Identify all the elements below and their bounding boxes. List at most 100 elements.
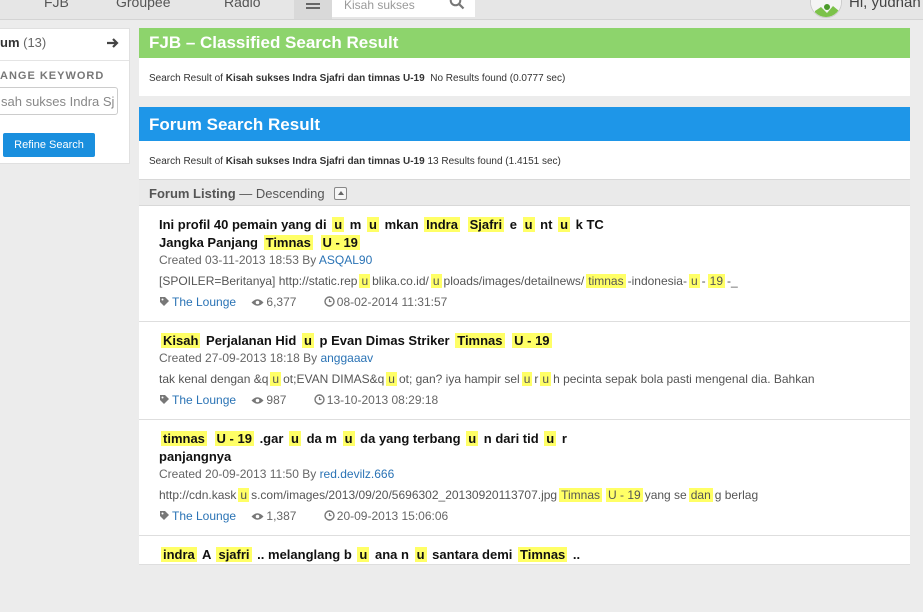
title-text: nt [540, 217, 553, 232]
snippet-text: -_ [727, 274, 738, 288]
eye-icon [251, 299, 264, 306]
snippet-text: ot;EVAN DIMAS&q [283, 372, 385, 386]
created-date: Created 27-09-2013 18:18 By [159, 351, 318, 365]
results-list: Ini profil 40 pemain yang di u m u mkan … [139, 206, 910, 565]
highlighted-term: u [270, 372, 282, 386]
hamburger-icon-line [306, 7, 320, 9]
highlighted-term: u [366, 217, 379, 232]
forum-result-summary: Search Result of Kisah sukses Indra Sjaf… [139, 141, 910, 179]
forum-filter-label: um [0, 35, 20, 50]
title-text: .. melanglang b [257, 547, 352, 562]
top-navigation-bar: FJB Groupee Radio Kisah sukses Hi, yudha… [0, 0, 923, 20]
result-item: Kisah Perjalanan Hid u p Evan Dimas Stri… [139, 322, 910, 420]
result-meta: The Lounge 1,387 20-09-2013 15:06:06 [159, 509, 890, 535]
highlighted-term: Indra [424, 217, 460, 232]
highlighted-term: u [688, 274, 700, 288]
highlighted-term: timnas [586, 274, 626, 288]
hamburger-icon [306, 3, 320, 5]
forum-link[interactable]: The Lounge [172, 393, 236, 407]
avatar[interactable] [810, 0, 842, 18]
result-title[interactable]: Ini profil 40 pemain yang di u m u mkan … [159, 216, 890, 252]
highlighted-term: U - 19 [512, 333, 552, 348]
forum-listing-order: — Descending [239, 186, 325, 201]
created-date: Created 20-09-2013 11:50 By [159, 467, 317, 481]
snippet-text: blika.co.id/ [372, 274, 429, 288]
snippet-text: ploads/images/detailnews/ [443, 274, 585, 288]
forum-listing-label: Forum Listing [149, 186, 236, 201]
snippet-text: http://cdn.kask [159, 488, 237, 502]
author-link[interactable]: red.devilz.666 [320, 467, 395, 481]
highlighted-term: U - 19 [320, 235, 360, 250]
view-count: 6,377 [266, 295, 297, 309]
snippet-text: r [534, 372, 539, 386]
last-post-date: 08-02-2014 11:31:57 [336, 295, 448, 309]
highlighted-term: U - 19 [214, 431, 254, 446]
highlighted-term: u [342, 431, 355, 446]
author-link[interactable]: ASQAL90 [319, 253, 372, 267]
refine-search-button[interactable]: Refine Search [3, 133, 95, 157]
result-created: Created 20-09-2013 11:50 By red.devilz.6… [159, 467, 890, 481]
tag-icon [160, 395, 169, 404]
title-text: santara demi [432, 547, 513, 562]
nav-link-groupee[interactable]: Groupee [116, 0, 170, 10]
result-snippet: http://cdn.kask u s.com/images/2013/09/20/… [159, 488, 890, 502]
highlighted-term: dan [688, 488, 713, 502]
nav-link-fjb[interactable]: FJB [44, 0, 69, 10]
result-title[interactable]: timnas U - 19 .gar u da m u da yang terb… [159, 430, 890, 466]
keyword-input[interactable] [0, 87, 118, 115]
fjb-result-header: FJB – Classified Search Result [139, 28, 910, 58]
snippet-text: [SPOILER=Beritanya] http://static.rep [159, 274, 358, 288]
search-icon[interactable] [449, 0, 465, 10]
highlighted-term: u [522, 217, 535, 232]
result-item: Ini profil 40 pemain yang di u m u mkan … [139, 206, 910, 322]
menu-button[interactable] [294, 0, 332, 19]
highlighted-term: u [238, 488, 250, 502]
fjb-prefix: Search Result of [149, 73, 223, 84]
highlighted-term: u [357, 547, 370, 562]
title-text: m [349, 217, 362, 232]
arrow-right-icon[interactable] [106, 36, 120, 50]
view-count: 987 [266, 393, 287, 407]
clock-icon [324, 510, 335, 521]
title-text: da yang terbang [360, 431, 461, 446]
highlighted-term: u [359, 274, 371, 288]
highlighted-term: U - 19 [606, 488, 643, 502]
user-greeting[interactable]: Hi, yudhan [849, 0, 921, 11]
forum-prefix: Search Result of [149, 156, 223, 167]
highlighted-term: Sjafri [467, 217, 505, 232]
forum-link[interactable]: The Lounge [172, 295, 236, 309]
snippet-text: h pecinta sepak bola pasti mengenal dia.… [553, 372, 815, 386]
forum-filter[interactable]: um (13) [0, 35, 46, 50]
highlighted-term: u [430, 274, 442, 288]
snippet-text: - [701, 274, 706, 288]
forum-filter-count: (13) [23, 35, 47, 50]
title-text: Jangka Panjang [159, 235, 258, 250]
eye-icon [251, 397, 264, 404]
highlighted-term: u [386, 372, 397, 386]
title-text: A [201, 547, 211, 562]
nav-link-radio[interactable]: Radio [224, 0, 261, 10]
fjb-result-summary: Search Result of Kisah sukses Indra Sjaf… [139, 58, 910, 96]
title-text: ana n [375, 547, 409, 562]
highlighted-term: u [521, 372, 533, 386]
highlighted-term: Timnas [263, 235, 313, 250]
top-search-input[interactable]: Kisah sukses [332, 0, 475, 17]
highlighted-term: 19 [707, 274, 726, 288]
highlighted-term: u [289, 431, 301, 446]
result-title[interactable]: indra A sjafri .. melanglang b u ana n u… [159, 546, 890, 564]
highlighted-term: u [414, 547, 427, 562]
snippet-text: g berlag [714, 488, 759, 502]
forum-result-header: Forum Search Result [139, 107, 910, 141]
title-text: .gar [259, 431, 284, 446]
highlighted-term: Timnas [455, 333, 505, 348]
sort-toggle-icon[interactable] [334, 187, 348, 200]
forum-link[interactable]: The Lounge [172, 509, 236, 523]
title-text: Perjalanan Hid [206, 333, 297, 348]
title-text: Ini profil 40 pemain yang di [159, 217, 327, 232]
highlighted-term: u [332, 217, 345, 232]
result-snippet: [SPOILER=Beritanya] http://static.rep u bl… [159, 274, 890, 288]
author-link[interactable]: anggaaav [320, 351, 373, 365]
main-content: FJB – Classified Search Result Search Re… [139, 28, 910, 565]
result-title[interactable]: Kisah Perjalanan Hid u p Evan Dimas Stri… [159, 332, 890, 350]
created-date: Created 03-11-2013 18:53 By [159, 253, 317, 267]
